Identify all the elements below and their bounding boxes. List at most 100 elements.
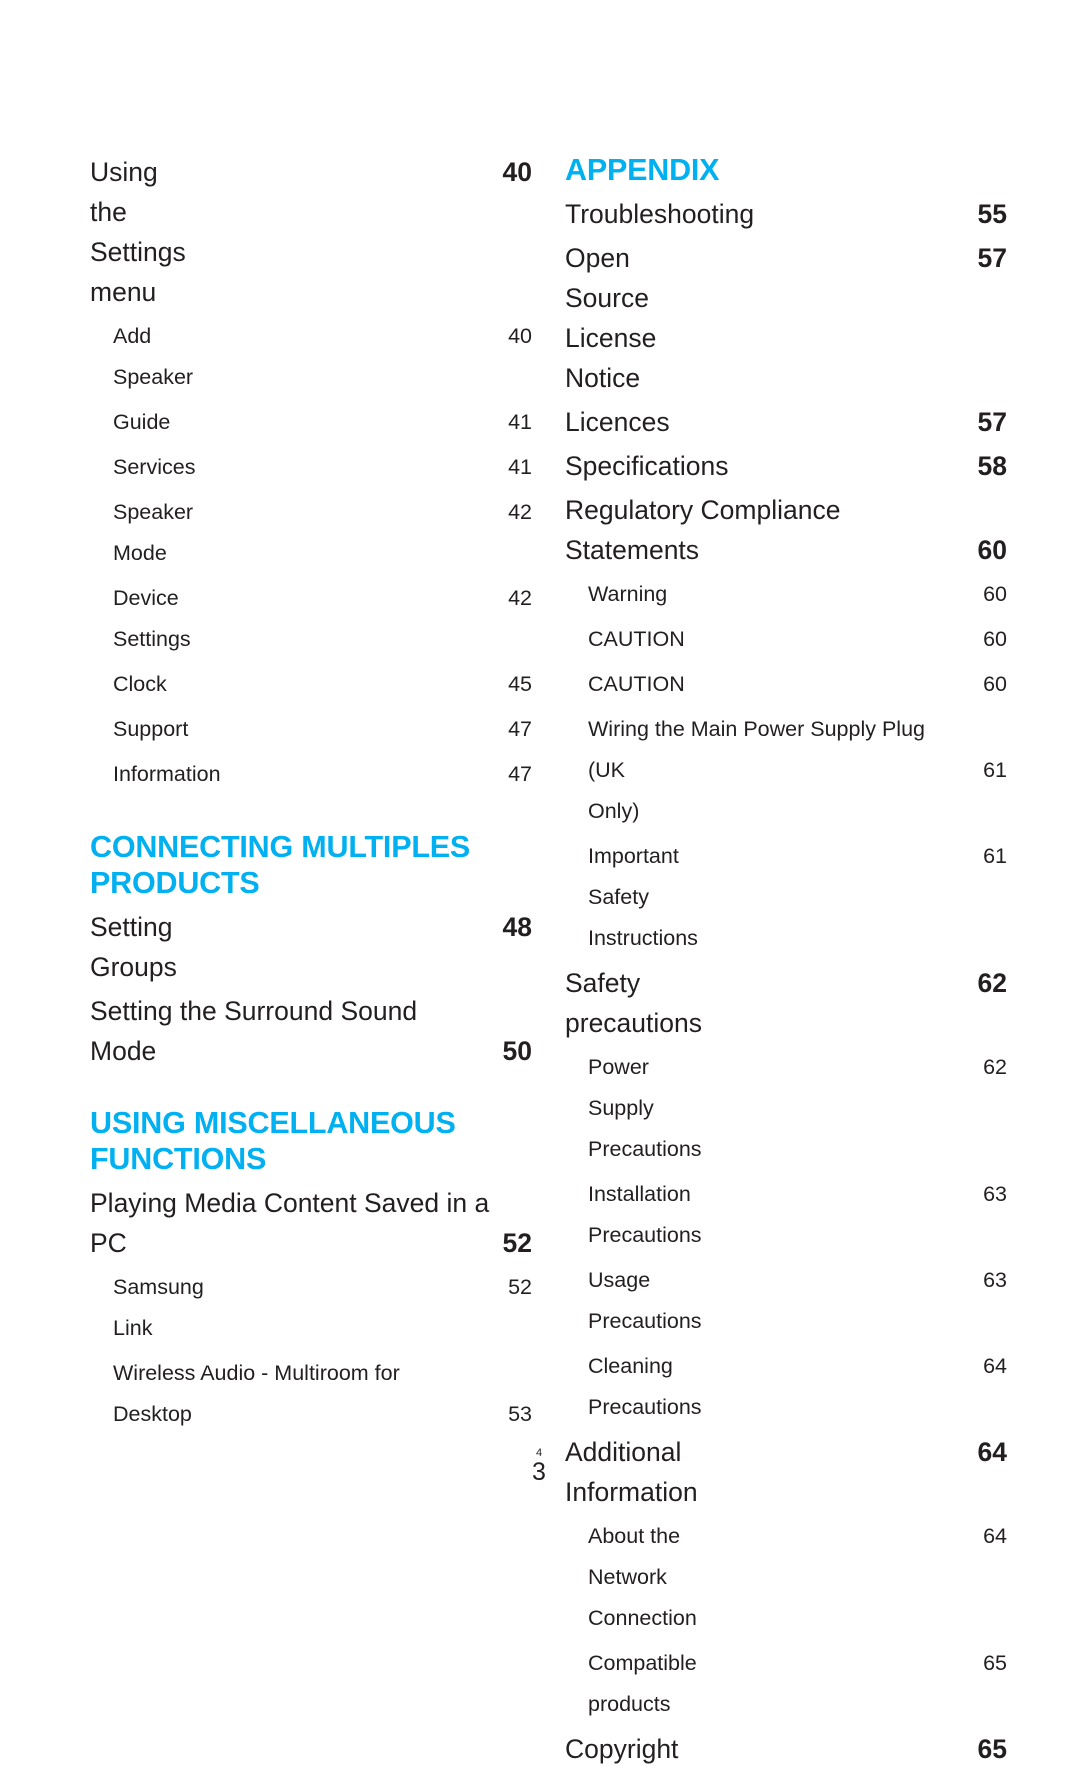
toc-entry-label-line2: Mode (90, 1036, 157, 1066)
toc-entry-page-number: 55 (977, 199, 1007, 229)
toc-entry[interactable]: Power Supply Precautions 62 (565, 1047, 1007, 1170)
leader-dots (685, 625, 983, 647)
toc-entry-label: Guide (113, 410, 171, 434)
toc-entry[interactable]: Copyright 65 (565, 1729, 1007, 1769)
toc-entry[interactable]: Setting Groups 48 (90, 907, 532, 987)
toc-entry-page-number: 40 (508, 324, 532, 348)
toc-entry[interactable]: Information 47 (90, 754, 532, 795)
toc-entry[interactable]: Usage Precautions 63 (565, 1260, 1007, 1342)
toc-column-left: Using the Settings menu 40 Add Speaker 40 Gu… (90, 152, 532, 1439)
toc-entry[interactable]: CAUTION 60 (565, 664, 1007, 705)
leader-dots (186, 155, 495, 182)
toc-entry[interactable]: Services 41 (90, 447, 532, 488)
toc-entry-label: Samsung Link (113, 1275, 210, 1340)
toc-entry-label: About the Network Connection (588, 1524, 697, 1630)
toc-entry[interactable]: Using the Settings menu 40 (90, 152, 532, 312)
toc-entry-page-number: 61 (983, 844, 1007, 868)
toc-entry-page-number: 40 (502, 157, 532, 187)
leader-dots (191, 584, 508, 606)
toc-entry-page-number: 61 (983, 758, 1007, 782)
toc-section-heading: APPENDIX (565, 153, 720, 187)
leader-dots (685, 670, 983, 692)
toc-entry-label: Setting Groups (90, 912, 180, 982)
toc-entry[interactable]: Samsung Link 52 (90, 1267, 532, 1349)
toc-entry-page-number: 62 (983, 1055, 1007, 1079)
toc-entry-label-line1: Wireless Audio - Multiroom for (113, 1361, 400, 1385)
toc-entry[interactable]: Guide 41 (90, 402, 532, 443)
toc-entry[interactable]: About the Network Connection 64 (565, 1516, 1007, 1639)
toc-entry[interactable]: CAUTION 60 (565, 619, 1007, 660)
toc-entry-page-number: 52 (502, 1228, 532, 1258)
toc-entry-label: Copyright (565, 1734, 679, 1764)
toc-entry-page-number: 42 (508, 586, 532, 610)
leader-dots (192, 1400, 508, 1422)
toc-entry[interactable]: Installation Precautions 63 (565, 1174, 1007, 1256)
toc-entry[interactable]: Setting the Surround Sound Mode 50 (90, 991, 532, 1071)
toc-entry-label: Support (113, 717, 189, 741)
leader-dots (193, 498, 508, 520)
toc-entry[interactable]: Add Speaker 40 (90, 316, 532, 398)
toc-entry-page-number: 45 (508, 672, 532, 696)
toc-entry-label-line1: Playing Media Content Saved in a (90, 1188, 490, 1218)
leader-dots (188, 715, 508, 737)
toc-entry-page-number: 53 (508, 1402, 532, 1426)
toc-entry[interactable]: Support 47 (90, 709, 532, 750)
toc-entry-page-number: 62 (977, 968, 1007, 998)
leader-dots (156, 1034, 494, 1061)
toc-section-heading: CONNECTING MULTIPLES PRODUCTS (90, 830, 471, 900)
toc-entry[interactable]: Open Source License Notice 57 (565, 238, 1007, 398)
toc-entry-page-number: 50 (502, 1036, 532, 1066)
toc-entry-page-number: 60 (983, 672, 1007, 696)
toc-entry[interactable]: Wireless Audio - Multiroom for Desktop 53 (90, 1353, 532, 1435)
leader-dots (678, 1732, 969, 1759)
leader-dots (702, 1180, 984, 1202)
leader-dots (697, 1649, 983, 1671)
toc-entry[interactable]: Safety precautions 62 (565, 963, 1007, 1043)
toc-entry-label: Safety precautions (565, 968, 703, 1038)
toc-entry-label: Usage Precautions (588, 1268, 702, 1333)
toc-entry-page-number: 63 (983, 1268, 1007, 1292)
toc-entry-label: Warning (588, 582, 668, 606)
toc-entry-label: Specifications (565, 451, 729, 481)
toc-entry-label-line2: PC (90, 1228, 127, 1258)
toc-entry[interactable]: Compatible products 65 (565, 1643, 1007, 1725)
toc-entry[interactable]: Speaker Mode 42 (90, 492, 532, 574)
toc-entry-label: CAUTION (588, 672, 685, 696)
toc-entry-page-number: 60 (983, 582, 1007, 606)
toc-entry-page-number: 65 (977, 1734, 1007, 1764)
toc-section-heading: USING MISCELLANEOUS FUNCTIONS (90, 1106, 456, 1176)
toc-entry[interactable]: Cleaning Precautions 64 (565, 1346, 1007, 1428)
leader-dots (639, 756, 983, 778)
toc-entry-label-line1: Wiring the Main Power Supply Plug (588, 717, 925, 741)
toc-entry[interactable]: Regulatory Compliance Statements 60 (565, 490, 1007, 570)
toc-entry[interactable]: Warning 60 (565, 574, 1007, 615)
toc-entry-page-number: 63 (983, 1182, 1007, 1206)
toc-entry-label-line2: (UK Only) (588, 758, 640, 823)
leader-dots (702, 966, 970, 993)
toc-entry-page-number: 41 (508, 455, 532, 479)
toc-entry-label: Add Speaker (113, 324, 194, 389)
toc-page: Using the Settings menu 40 Add Speaker 40 Gu… (0, 0, 1080, 1764)
leader-dots (702, 1053, 984, 1075)
toc-entry[interactable]: Clock 45 (90, 664, 532, 705)
toc-entry[interactable]: Licences 57 (565, 402, 1007, 442)
toc-column-right: APPENDIX Troubleshooting 55 Open Source Lic… (565, 152, 1007, 1773)
toc-entry[interactable]: Important Safety Instructions 61 (565, 836, 1007, 959)
toc-entry-label: CAUTION (588, 627, 685, 651)
leader-dots (177, 910, 495, 937)
toc-entry-label: Services (113, 455, 196, 479)
toc-entry-label-line2: Desktop (113, 1402, 192, 1426)
toc-entry[interactable]: Wiring the Main Power Supply Plug (UK Onl… (565, 709, 1007, 832)
leader-dots (697, 1522, 983, 1544)
toc-entry-label: Device Settings (113, 586, 191, 651)
leader-dots (670, 405, 970, 432)
leader-dots (702, 1266, 984, 1288)
toc-entry[interactable]: Troubleshooting 55 (565, 194, 1007, 234)
leader-dots (729, 449, 970, 476)
toc-entry[interactable]: Device Settings 42 (90, 578, 532, 660)
toc-entry-label: Troubleshooting (565, 199, 755, 229)
toc-entry[interactable]: Playing Media Content Saved in a PC 52 (90, 1183, 532, 1263)
toc-entry-label-line1: Regulatory Compliance (565, 495, 841, 525)
toc-entry[interactable]: Specifications 58 (565, 446, 1007, 486)
toc-entry-page-number: 41 (508, 410, 532, 434)
